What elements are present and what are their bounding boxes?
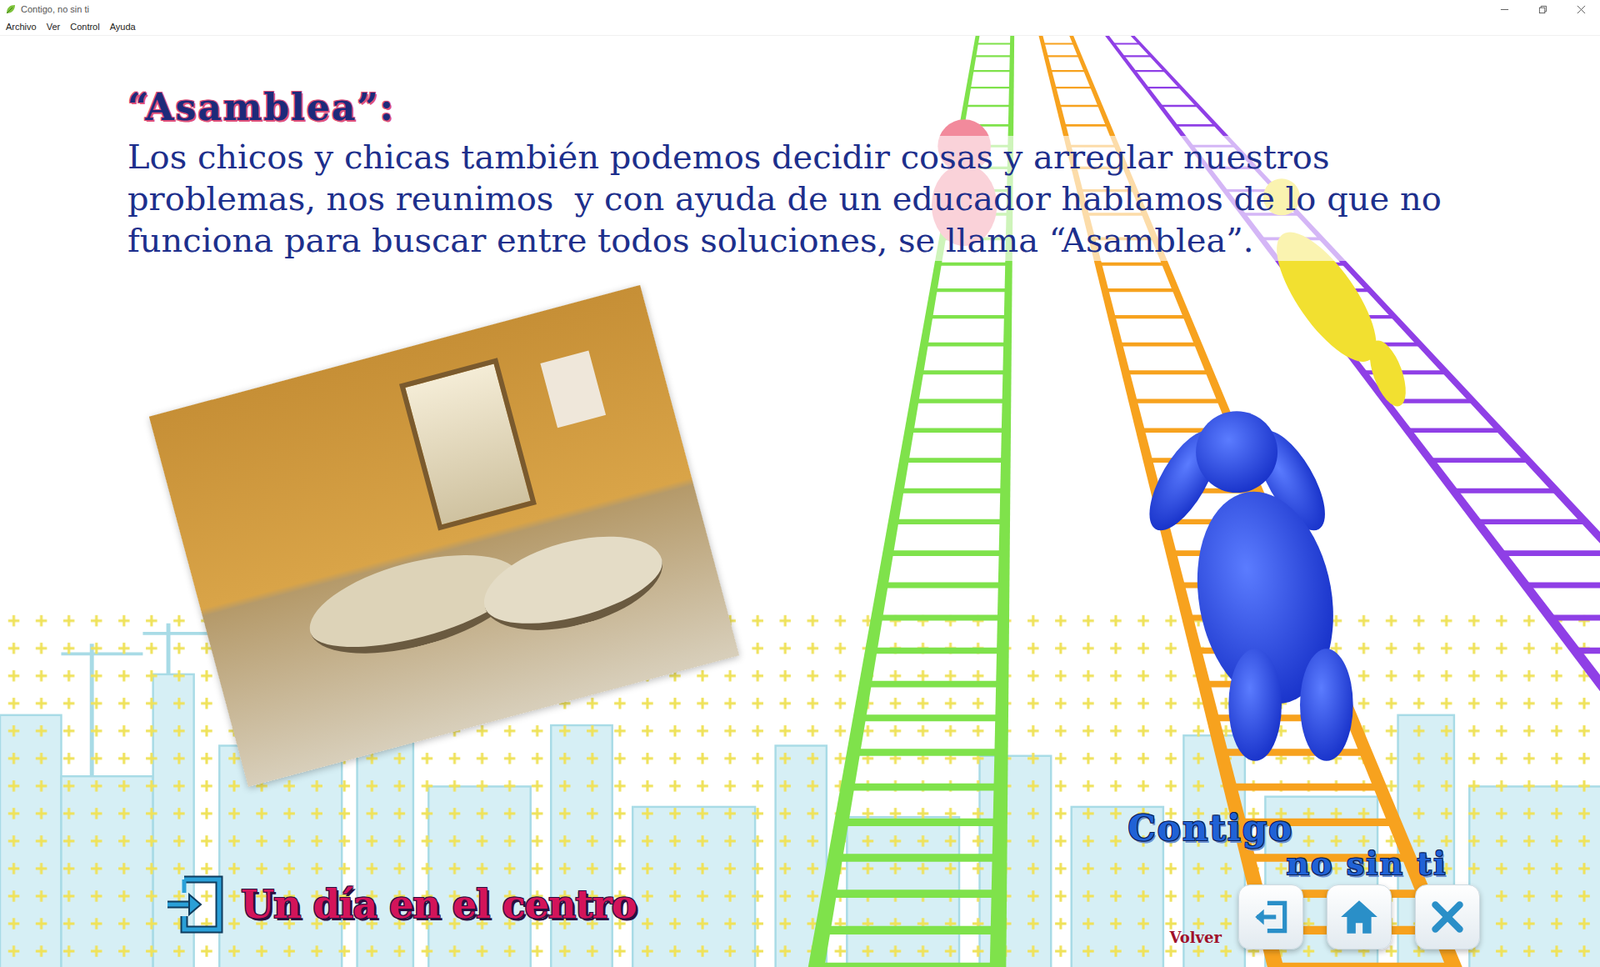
logo-line: Contigo: [1127, 810, 1447, 846]
footer: Un día en el centro Contigono sin ti Volve…: [0, 810, 1600, 967]
photo-area: [0, 260, 1600, 811]
slide: “Asamblea”: Los chicos y chicas también p…: [0, 35, 1600, 967]
app-window: Contigo, no sin ti ArchivoVerControlAyuda…: [0, 0, 1600, 967]
close-icon: [1426, 895, 1469, 938]
next-section-link[interactable]: Un día en el centro: [160, 870, 636, 938]
content: “Asamblea”: Los chicos y chicas también p…: [0, 35, 1600, 261]
enter-icon: [160, 870, 228, 938]
title-bar: Contigo, no sin ti: [0, 0, 1600, 19]
close-button[interactable]: [1415, 884, 1480, 950]
next-section-label: Un día en el centro: [240, 881, 636, 927]
logo: Contigono sin ti: [1127, 810, 1447, 880]
menu-item[interactable]: Archivo: [1, 21, 41, 32]
close-icon: [1576, 5, 1586, 15]
body-text: Los chicos y chicas también podemos deci…: [127, 135, 1470, 261]
restore-icon: [1538, 5, 1548, 15]
menu-item[interactable]: Ver: [42, 21, 65, 32]
leaf-icon: [5, 3, 17, 15]
photo-table: [474, 519, 673, 648]
menu-item[interactable]: Control: [65, 21, 104, 32]
restore-button[interactable]: [1523, 0, 1562, 19]
minimize-icon: [1500, 5, 1510, 15]
exit-icon: [1250, 895, 1292, 938]
window-title: Contigo, no sin ti: [20, 4, 90, 15]
home-icon: [1338, 895, 1380, 938]
minimize-button[interactable]: [1485, 0, 1524, 19]
photo-board: [540, 350, 606, 429]
room-photo: [149, 285, 740, 787]
back-label: Volver: [1169, 928, 1222, 946]
heading: “Asamblea”:: [127, 87, 1600, 128]
close-button[interactable]: [1561, 0, 1600, 19]
logo-line: no sin ti: [1285, 847, 1447, 880]
photo-window: [399, 358, 537, 531]
home-button[interactable]: [1326, 884, 1392, 950]
menu-bar: ArchivoVerControlAyuda: [0, 18, 1600, 36]
menu-item[interactable]: Ayuda: [105, 21, 140, 32]
blue-figure: [1135, 410, 1353, 761]
navigation: Contigono sin tiVolver: [1169, 810, 1480, 950]
back-button[interactable]: [1238, 884, 1304, 950]
